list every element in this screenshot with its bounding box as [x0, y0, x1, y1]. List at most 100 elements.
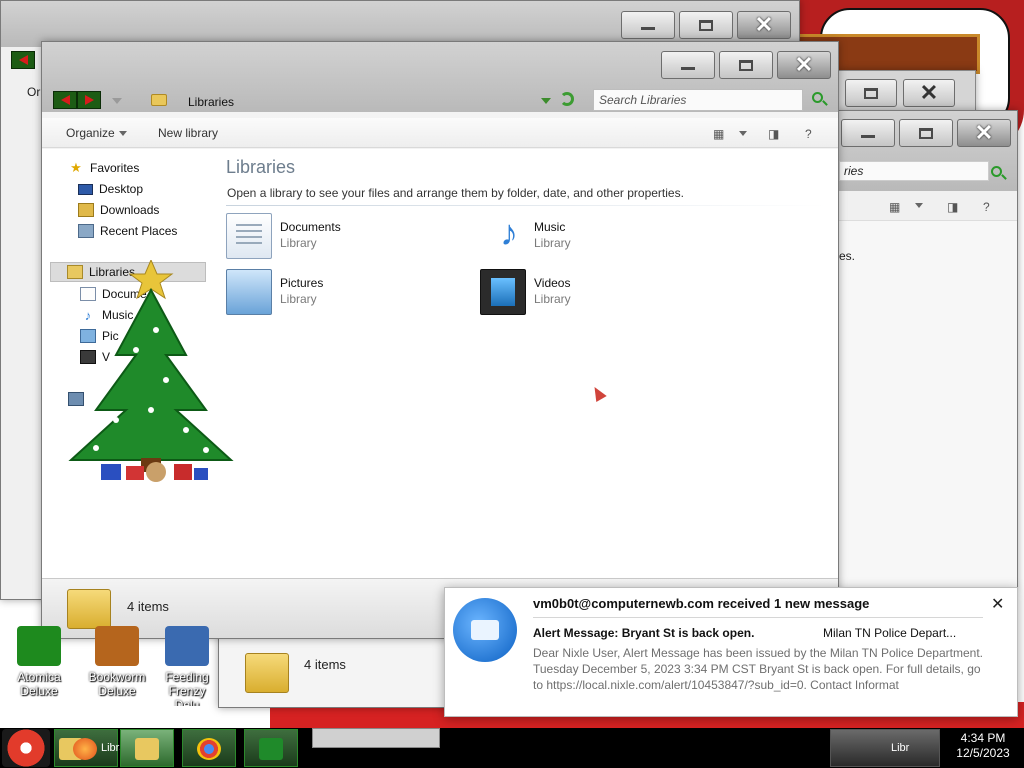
clock-time: 4:34 PM: [960, 731, 1006, 745]
view-dropdown-icon[interactable]: [739, 131, 747, 136]
library-music[interactable]: ♪ Music Library: [480, 213, 710, 263]
page-title: Libraries: [226, 157, 296, 177]
clock-date: 12/5/2023: [956, 746, 1010, 760]
close-button[interactable]: ✕: [903, 79, 955, 107]
preview-pane-icon[interactable]: ◨: [947, 200, 958, 214]
nav-downloads[interactable]: Downloads: [78, 200, 159, 220]
videos-library-icon: [480, 269, 526, 315]
maximize-icon: [919, 127, 933, 139]
christmas-tree-icon: [68, 260, 234, 482]
documents-library-icon: [226, 213, 272, 259]
breadcrumb[interactable]: Libraries: [188, 95, 234, 109]
search-input[interactable]: Search Libraries: [593, 89, 803, 111]
music-library-icon: ♪: [500, 212, 518, 253]
taskbar-chrome-button[interactable]: [182, 729, 236, 767]
address-dropdown[interactable]: [541, 98, 551, 104]
tray-label: Libr: [891, 742, 910, 754]
start-button[interactable]: [2, 729, 50, 767]
desktop: ✕ Or ✕ ✕ ries ▦ ◨ ? es. 4 items ✕ Librar…: [0, 0, 1024, 728]
recent-places-icon: [78, 224, 94, 238]
firefox-icon: [73, 738, 97, 760]
caption-buttons: ✕: [661, 51, 831, 81]
close-icon: ✕: [919, 80, 939, 105]
chevron-down-icon: [118, 131, 127, 137]
close-button[interactable]: ✕: [957, 119, 1011, 147]
back-explorer-window-right[interactable]: ✕ ries ▦ ◨ ? es.: [838, 110, 1018, 590]
back-arrow-icon: [60, 95, 70, 105]
taskbar-explorer-button[interactable]: [120, 729, 174, 767]
divider: [226, 205, 826, 206]
notification-subject[interactable]: Alert Message: Bryant St is back open.: [533, 626, 754, 640]
title-bar[interactable]: ✕ ries: [839, 111, 1017, 191]
minimize-button[interactable]: [621, 11, 675, 39]
minimize-icon: [641, 26, 655, 30]
caption-buttons: ✕: [621, 11, 791, 41]
explorer-icon: [135, 738, 159, 760]
library-documents[interactable]: Documents Library: [226, 213, 456, 263]
refresh-icon[interactable]: [560, 92, 574, 106]
taskbar-explorer-task[interactable]: Libra: [54, 729, 125, 767]
divider: [533, 617, 983, 618]
forward-button[interactable]: [77, 91, 101, 109]
help-icon[interactable]: ?: [983, 200, 990, 214]
system-tray[interactable]: Libr: [830, 729, 940, 767]
close-icon: ✕: [794, 52, 814, 77]
library-folder-icon: [67, 589, 111, 629]
view-options-icon[interactable]: ▦: [889, 200, 900, 214]
desktop-icon-bookworm[interactable]: Bookworm Deluxe: [78, 624, 156, 706]
minimize-button[interactable]: [661, 51, 715, 79]
library-pictures[interactable]: Pictures Library: [226, 269, 456, 319]
title-bar[interactable]: ✕ Libraries Search Libraries: [42, 42, 838, 112]
feeding-frenzy-icon: [165, 626, 209, 666]
view-options-icon[interactable]: ▦: [713, 127, 724, 141]
search-input[interactable]: ries: [839, 161, 989, 181]
new-library-button[interactable]: New library: [158, 126, 218, 140]
minimize-button[interactable]: [841, 119, 895, 147]
minimize-icon: [861, 134, 875, 138]
christmas-tree-gadget[interactable]: [56, 260, 256, 490]
nav-desktop[interactable]: Desktop: [78, 179, 143, 199]
status-item-count: 4 items: [304, 657, 346, 672]
atomica-icon: [17, 626, 61, 666]
maximize-icon: [864, 87, 878, 99]
caption-buttons: ✕: [841, 119, 1011, 149]
chrome-icon: [197, 738, 221, 760]
desktop-icon-atomica[interactable]: Atomica Deluxe: [0, 624, 78, 706]
view-dropdown-icon[interactable]: [915, 203, 923, 208]
taskbar-clock[interactable]: 4:34 PM 12/5/2023: [944, 731, 1022, 761]
desktop-icon-feeding-frenzy[interactable]: Feeding Frenzy Delu: [156, 624, 218, 706]
status-item-count: 4 items: [127, 599, 169, 614]
christmas-tree-icon: [259, 738, 283, 760]
library-videos[interactable]: Videos Library: [480, 269, 710, 319]
nav-buttons: [53, 91, 101, 109]
command-bar: Organize New library ▦ ◨ ?: [42, 118, 838, 148]
close-button[interactable]: ✕: [737, 11, 791, 39]
maximize-button[interactable]: [845, 79, 897, 107]
taskbar-thumbnail[interactable]: [312, 728, 440, 748]
maximize-button[interactable]: [679, 11, 733, 39]
back-button[interactable]: [53, 91, 77, 109]
notification-body: Dear Nixle User, Alert Message has been …: [533, 646, 983, 692]
search-icon[interactable]: [991, 166, 1002, 177]
mail-notification[interactable]: vm0b0t@computernewb.com received 1 new m…: [444, 587, 1018, 717]
search-icon[interactable]: [812, 92, 823, 103]
libraries-folder-icon: [151, 94, 167, 106]
maximize-icon: [699, 19, 713, 31]
toolbar: ▦ ◨ ?: [839, 191, 1017, 221]
desktop-icon: [78, 183, 93, 195]
maximize-button[interactable]: [719, 51, 773, 79]
back-button[interactable]: [11, 51, 35, 69]
close-button[interactable]: ✕: [991, 594, 1004, 614]
taskbar: Libra Libr 4:34 PM 12/5/2023: [0, 728, 1024, 768]
taskbar-tree-button[interactable]: [244, 729, 298, 767]
preview-pane-icon[interactable]: ◨: [768, 127, 779, 141]
close-button[interactable]: ✕: [777, 51, 831, 79]
recent-locations-dropdown[interactable]: [112, 98, 122, 104]
nav-recent-places[interactable]: Recent Places: [78, 221, 177, 241]
maximize-button[interactable]: [899, 119, 953, 147]
organize-button[interactable]: Organize: [66, 126, 127, 140]
maximize-icon: [739, 59, 753, 71]
help-button[interactable]: ?: [805, 127, 812, 141]
close-icon: ✕: [974, 120, 994, 145]
nav-favorites[interactable]: ★ Favorites: [68, 158, 139, 178]
